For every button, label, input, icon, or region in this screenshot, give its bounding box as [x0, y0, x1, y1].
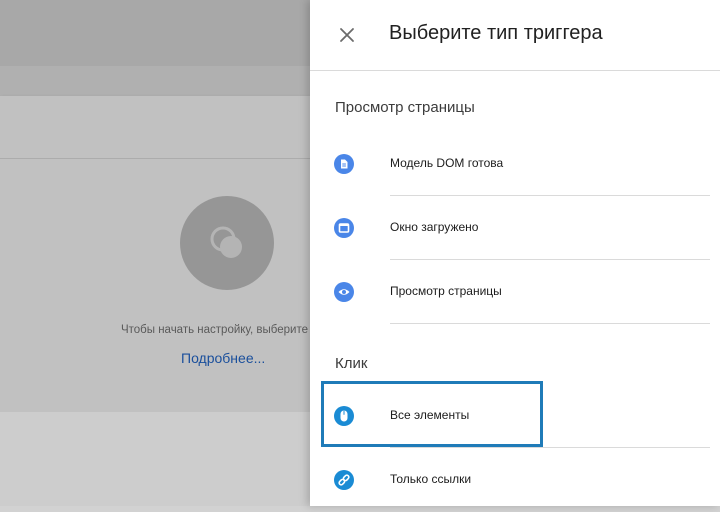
- background-toolbar: [0, 66, 310, 96]
- section-title-page-view: Просмотр страницы: [335, 99, 475, 116]
- trigger-item-dom-ready[interactable]: Модель DOM готова: [310, 132, 710, 196]
- window-icon: [334, 218, 354, 238]
- background-card-header: [0, 96, 310, 159]
- divider: [390, 323, 710, 324]
- empty-state-icon: [180, 196, 274, 290]
- background-header: [0, 0, 310, 66]
- empty-state-hint: Чтобы начать настройку, выберите: [120, 324, 308, 336]
- trigger-item-label: Только ссылки: [390, 472, 472, 486]
- background-card: Чтобы начать настройку, выберите Подробн…: [0, 96, 310, 412]
- link-icon: [334, 470, 354, 490]
- trigger-item-links-only[interactable]: Только ссылки: [310, 448, 710, 512]
- background-lower-area: [0, 412, 310, 506]
- trigger-type-drawer: Выберите тип триггера Просмотр страницы …: [310, 0, 720, 506]
- selection-highlight: [321, 381, 543, 447]
- trigger-item-label: Просмотр страницы: [390, 284, 502, 298]
- trigger-item-page-view[interactable]: Просмотр страницы: [310, 260, 710, 324]
- eye-icon: [334, 282, 354, 302]
- trigger-item-label: Модель DOM готова: [390, 156, 504, 170]
- section-title-click: Клик: [335, 355, 368, 372]
- trigger-item-window-loaded[interactable]: Окно загружено: [310, 196, 710, 260]
- drawer-header: Выберите тип триггера: [310, 0, 720, 71]
- trigger-item-label: Окно загружено: [390, 220, 479, 234]
- document-icon: [334, 154, 354, 174]
- learn-more-link[interactable]: Подробнее...: [181, 350, 265, 366]
- close-icon[interactable]: [336, 24, 358, 46]
- drawer-title: Выберите тип триггера: [389, 22, 603, 44]
